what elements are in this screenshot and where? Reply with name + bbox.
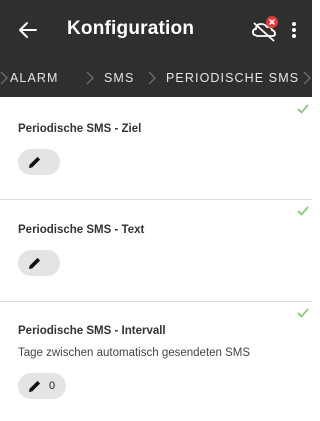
check-icon — [297, 104, 309, 114]
arrow-back-icon[interactable] — [14, 16, 42, 44]
breadcrumb-periodische-sms[interactable]: PERIODISCHE SMS — [166, 71, 299, 85]
breadcrumb: ALARM SMS PERIODISCHE SMS — [0, 59, 312, 97]
app-bar: Konfiguration — [0, 0, 312, 59]
check-icon — [297, 206, 309, 216]
breadcrumb-separator-icon — [303, 71, 311, 85]
edit-button[interactable] — [18, 250, 60, 276]
breadcrumb-separator-icon — [0, 71, 8, 85]
check-icon — [297, 308, 309, 318]
pencil-icon — [29, 380, 41, 392]
setting-label: Periodische SMS - Ziel — [18, 123, 142, 135]
setting-value: 0 — [49, 380, 56, 392]
breadcrumb-separator-icon — [86, 71, 94, 85]
pencil-icon — [29, 257, 41, 269]
pencil-icon — [29, 156, 41, 168]
breadcrumb-separator-icon — [148, 71, 156, 85]
page-title: Konfiguration — [67, 18, 195, 39]
edit-button[interactable] — [18, 149, 60, 175]
setting-label: Periodische SMS - Intervall — [18, 325, 166, 337]
edit-button[interactable]: 0 — [18, 373, 66, 399]
setting-label: Periodische SMS - Text — [18, 224, 145, 236]
breadcrumb-alarm[interactable]: ALARM — [10, 71, 59, 85]
cloud-off-icon[interactable] — [250, 15, 280, 43]
divider — [0, 199, 312, 200]
more-vert-icon[interactable] — [286, 16, 302, 44]
divider — [0, 301, 312, 302]
breadcrumb-sms[interactable]: SMS — [104, 71, 134, 85]
setting-description: Tage zwischen automatisch gesendeten SMS — [18, 347, 251, 359]
